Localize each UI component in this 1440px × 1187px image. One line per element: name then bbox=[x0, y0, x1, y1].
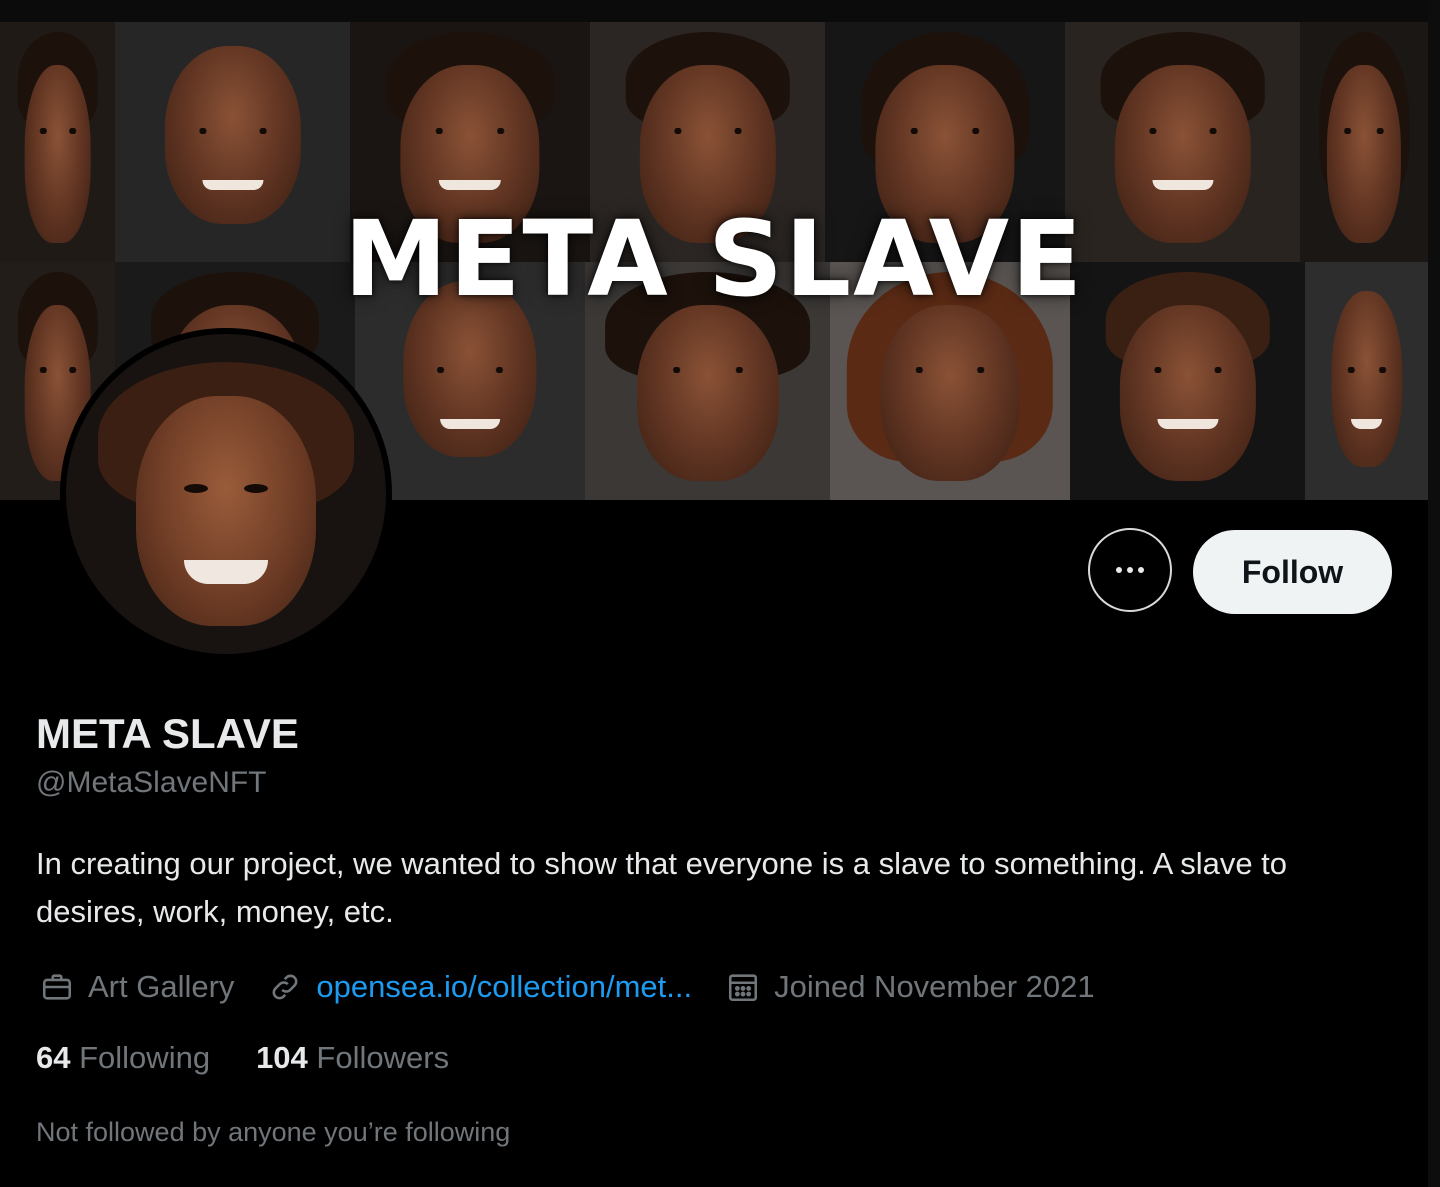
profile-joined-date: Joined November 2021 bbox=[722, 966, 1095, 1008]
follow-button[interactable]: Follow bbox=[1193, 530, 1392, 614]
profile-website[interactable]: opensea.io/collection/met... bbox=[264, 966, 692, 1008]
profile-category: Art Gallery bbox=[36, 966, 234, 1008]
profile-category-label: Art Gallery bbox=[88, 969, 235, 1004]
link-icon bbox=[264, 966, 306, 1008]
briefcase-icon bbox=[36, 966, 78, 1008]
profile-joined-label: Joined November 2021 bbox=[774, 969, 1095, 1004]
banner-title: META SLAVE bbox=[343, 198, 1085, 320]
followers-count: 104 bbox=[256, 1040, 308, 1075]
window-right-edge bbox=[1428, 0, 1440, 1187]
following-link[interactable]: 64 Following bbox=[36, 1040, 210, 1076]
window-top-edge bbox=[0, 0, 1440, 22]
profile-website-link[interactable]: opensea.io/collection/met... bbox=[316, 969, 692, 1005]
follow-stats: 64 Following 104 Followers bbox=[36, 1040, 495, 1076]
more-options-button[interactable] bbox=[1088, 528, 1172, 612]
more-options-icon bbox=[1116, 567, 1144, 573]
not-followed-note: Not followed by anyone you’re following bbox=[36, 1117, 511, 1147]
calendar-icon bbox=[722, 966, 764, 1008]
display-name: META SLAVE bbox=[36, 710, 299, 757]
following-count: 64 bbox=[36, 1040, 71, 1075]
profile-meta-row: Art Gallery opensea.io/collection/met...… bbox=[36, 964, 1125, 1010]
profile-bio: In creating our project, we wanted to sh… bbox=[36, 846, 1288, 929]
followers-link[interactable]: 104 Followers bbox=[256, 1040, 449, 1076]
user-handle: @MetaSlaveNFT bbox=[36, 766, 267, 799]
followers-label: Followers bbox=[316, 1040, 450, 1075]
following-label: Following bbox=[79, 1040, 211, 1075]
avatar[interactable] bbox=[60, 328, 392, 660]
